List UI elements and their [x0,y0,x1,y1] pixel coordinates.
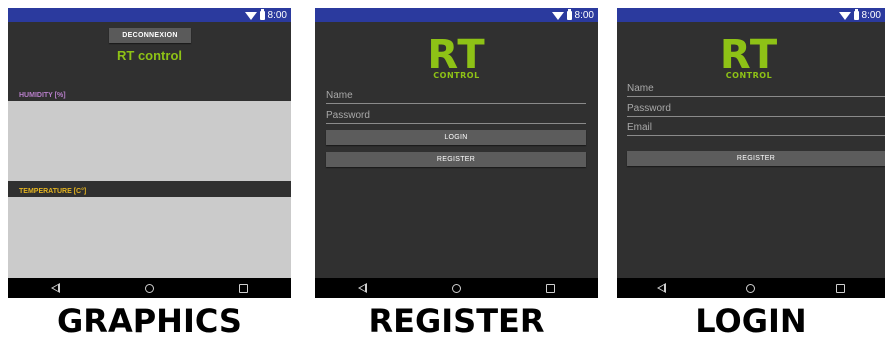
status-time: 8:00 [861,9,881,21]
nav-home-icon[interactable] [746,283,756,293]
logout-button[interactable]: DECONNEXION [109,28,191,43]
name-field[interactable]: Name [326,89,586,104]
caption-graphics: GRAPHICS [57,302,242,340]
nav-recent-icon[interactable] [835,283,845,293]
app-logo: RT CONTROL [315,32,598,80]
register-screen: 8:00 RT CONTROL Name Password LOGIN REGI… [315,8,598,298]
caption-login: LOGIN [695,302,807,340]
nav-back-icon[interactable] [357,283,367,293]
nav-recent-icon[interactable] [239,283,249,293]
nav-back-icon[interactable] [657,283,667,293]
login-button[interactable]: LOGIN [326,130,586,145]
login-screen: 8:00 RT CONTROL Name Password Email REGI… [617,8,885,298]
register-button[interactable]: REGISTER [326,152,586,167]
logo-main: RT [719,32,779,78]
navigation-bar [315,278,598,298]
nav-back-icon[interactable] [50,283,60,293]
navigation-bar [8,278,291,298]
email-field[interactable]: Email [627,121,885,136]
navigation-bar [617,278,885,298]
status-time: 8:00 [574,9,594,21]
humidity-label: HUMIDITY [%] [19,92,66,99]
battery-icon [259,8,265,20]
caption-register: REGISTER [368,302,545,340]
status-bar: 8:00 [8,8,291,22]
register-button[interactable]: REGISTER [627,151,885,166]
logo-main: RT [427,32,486,78]
nav-recent-icon[interactable] [546,283,556,293]
temperature-label: TEMPERATURE [C°] [19,188,87,195]
password-field[interactable]: Password [326,109,586,124]
password-field[interactable]: Password [627,102,885,117]
name-field[interactable]: Name [627,82,885,97]
humidity-chart [8,101,291,181]
app-title: RT control [117,48,182,63]
app-logo: RT CONTROL [617,32,881,80]
battery-icon [566,8,572,20]
status-bar: 8:00 [617,8,885,22]
wifi-icon [244,11,257,20]
logo-sub: CONTROL [725,71,773,80]
wifi-icon [838,11,851,20]
nav-home-icon[interactable] [451,283,461,293]
status-bar: 8:00 [315,8,598,22]
battery-icon [853,8,859,20]
nav-home-icon[interactable] [144,283,154,293]
temperature-chart [8,197,291,278]
wifi-icon [551,11,564,20]
graphics-screen: 8:00 DECONNEXION RT control HUMIDITY [%]… [8,8,291,298]
logo-sub: CONTROL [433,71,480,80]
status-time: 8:00 [267,9,287,21]
